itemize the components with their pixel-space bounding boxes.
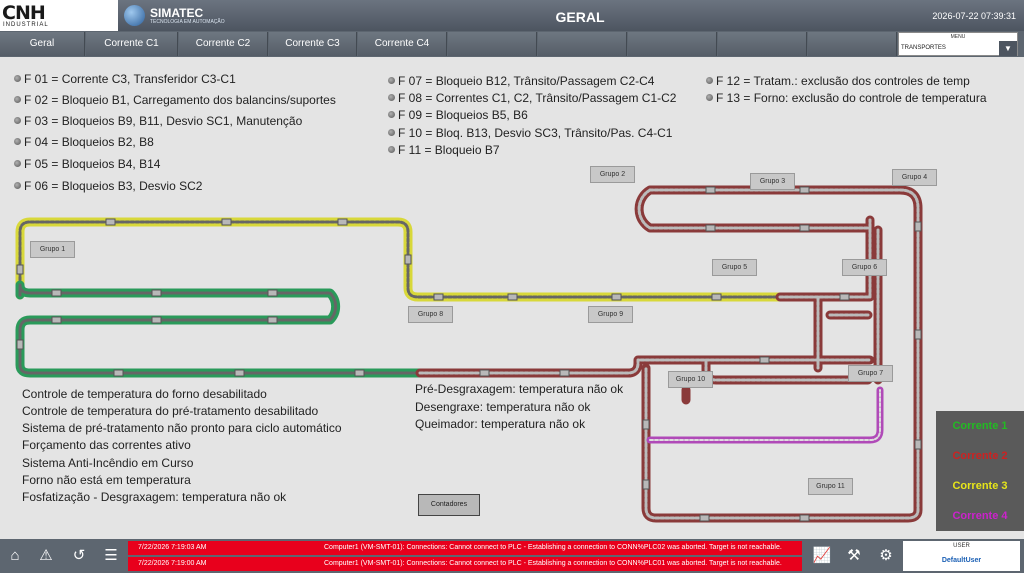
contadores-button[interactable]: Contadores bbox=[418, 494, 480, 516]
status-line: Sistema Anti-Incêndio em Curso bbox=[22, 456, 194, 470]
status-line: Pré-Desgraxagem: temperatura não ok bbox=[415, 382, 624, 396]
group-6-label[interactable]: Grupo 6 bbox=[842, 259, 887, 276]
status-line: Forçamento das correntes ativo bbox=[22, 438, 191, 452]
group-5-label[interactable]: Grupo 5 bbox=[712, 259, 757, 276]
group-2-label[interactable]: Grupo 2 bbox=[590, 166, 635, 183]
track-corrente-2 bbox=[415, 185, 923, 523]
user-label: USER bbox=[953, 543, 970, 549]
track-corrente-1 bbox=[15, 280, 425, 378]
alarm-time: 7/22/2026 7:19:00 AM bbox=[138, 560, 207, 567]
group-3-label[interactable]: Grupo 3 bbox=[750, 173, 795, 190]
track-corrente-3 bbox=[15, 217, 785, 302]
status-line: Controle de temperatura do pré-tratament… bbox=[22, 404, 319, 418]
legend-corrente-1: Corrente 1 bbox=[952, 420, 1008, 432]
chain-legend: Corrente 1 Corrente 2 Corrente 3 Corrent… bbox=[936, 411, 1024, 531]
status-line: Forno não está em temperatura bbox=[22, 473, 191, 487]
status-line: Queimador: temperatura não ok bbox=[415, 417, 586, 431]
user-name: DefaultUser bbox=[941, 557, 982, 564]
group-8-label[interactable]: Grupo 8 bbox=[408, 306, 453, 323]
settings-icon[interactable]: ⚙ bbox=[871, 541, 901, 571]
group-11-label[interactable]: Grupo 11 bbox=[808, 478, 853, 495]
group-7-label[interactable]: Grupo 7 bbox=[848, 365, 893, 382]
conveyor-track-diagram bbox=[15, 185, 923, 523]
acknowledge-icon[interactable]: ↺ bbox=[64, 541, 94, 571]
legend-corrente-4: Corrente 4 bbox=[952, 510, 1008, 522]
tools-icon[interactable]: ⚒ bbox=[839, 541, 869, 571]
group-4-label[interactable]: Grupo 4 bbox=[892, 169, 937, 186]
alarm-text: Computer1 (VM-SMT-01): Connections: Cann… bbox=[324, 560, 782, 567]
legend-corrente-2: Corrente 2 bbox=[952, 450, 1008, 462]
user-panel[interactable]: USER DefaultUser bbox=[903, 541, 1020, 571]
alarm-row[interactable]: 7/22/2026 7:19:00 AM Computer1 (VM-SMT-0… bbox=[128, 557, 802, 571]
alarm-row[interactable]: 7/22/2026 7:19:03 AM Computer1 (VM-SMT-0… bbox=[128, 541, 802, 555]
legend-corrente-3: Corrente 3 bbox=[952, 480, 1008, 492]
group-9-label[interactable]: Grupo 9 bbox=[588, 306, 633, 323]
alarm-list-icon[interactable]: ☰ bbox=[96, 541, 126, 571]
status-line: Fosfatização - Desgraxagem: temperatura … bbox=[22, 490, 287, 504]
group-1-label[interactable]: Grupo 1 bbox=[30, 241, 75, 258]
status-line: Desengraxe: temperatura não ok bbox=[415, 400, 591, 414]
trend-chart-icon[interactable]: 📈 bbox=[807, 541, 837, 571]
status-line: Controle de temperatura do forno desabil… bbox=[22, 387, 267, 401]
warning-icon[interactable]: ⚠ bbox=[31, 541, 61, 571]
home-icon[interactable]: ⌂ bbox=[0, 541, 30, 571]
alarm-text: Computer1 (VM-SMT-01): Connections: Cann… bbox=[324, 544, 782, 551]
status-line: Sistema de pré-tratamento não pronto par… bbox=[22, 421, 342, 435]
footer-bar: ⌂ ⚠ ↺ ☰ 7/22/2026 7:19:03 AM Computer1 (… bbox=[0, 539, 1024, 573]
group-10-label[interactable]: Grupo 10 bbox=[668, 371, 713, 388]
alarm-time: 7/22/2026 7:19:03 AM bbox=[138, 544, 207, 551]
